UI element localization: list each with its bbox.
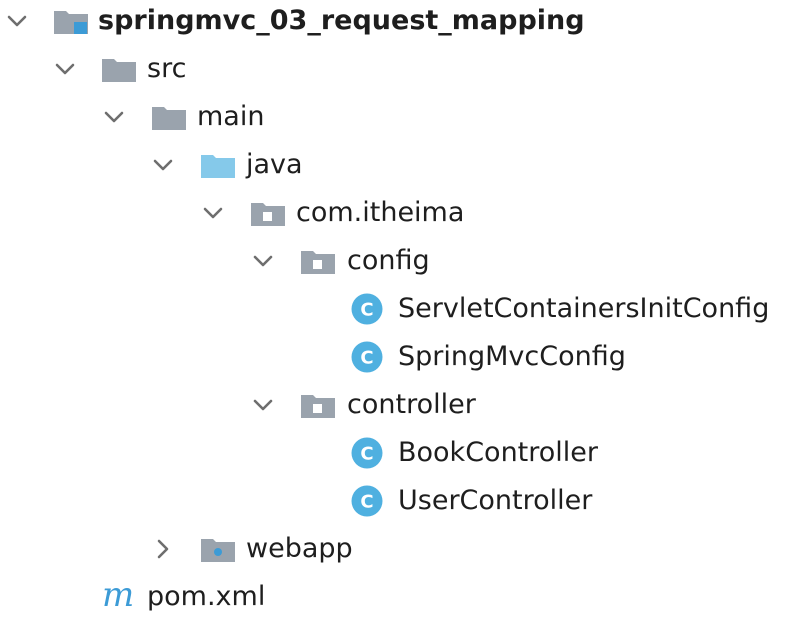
tree-item-label: main — [197, 101, 265, 132]
chevron-down-icon[interactable] — [52, 56, 78, 82]
tree-item-label: UserController — [398, 485, 593, 516]
class-icon: C — [351, 293, 383, 325]
chevron-right-icon[interactable] — [150, 536, 176, 562]
web-folder-icon — [201, 539, 235, 562]
svg-text:C: C — [360, 300, 373, 321]
tree-item-class[interactable]: C ServletContainersInitConfig — [0, 288, 800, 332]
svg-text:C: C — [360, 348, 373, 369]
tree-item-controller[interactable]: controller — [0, 384, 800, 428]
tree-item-label: java — [246, 149, 303, 180]
tree-item-label: src — [147, 53, 187, 84]
tree-item-class[interactable]: C UserController — [0, 480, 800, 524]
chevron-down-icon[interactable] — [101, 104, 127, 130]
tree-item-class[interactable]: C SpringMvcConfig — [0, 336, 800, 380]
tree-item-label: pom.xml — [147, 581, 266, 612]
tree-item-label: com.itheima — [296, 197, 465, 228]
tree-item-label: ServletContainersInitConfig — [398, 293, 770, 324]
chevron-down-icon[interactable] — [250, 392, 276, 418]
module-folder-icon — [54, 11, 88, 34]
tree-item-webapp[interactable]: webapp — [0, 528, 800, 572]
tree-item-com-itheima[interactable]: com.itheima — [0, 192, 800, 236]
class-icon: C — [351, 485, 383, 517]
source-root-folder-icon — [201, 155, 235, 178]
tree-item-label: controller — [347, 389, 476, 420]
tree-item-root-module[interactable]: springmvc_03_request_mapping — [0, 0, 800, 44]
folder-icon — [152, 107, 186, 130]
package-icon — [251, 203, 285, 226]
package-icon — [301, 251, 335, 274]
class-icon: C — [351, 341, 383, 373]
maven-icon: m — [102, 575, 135, 615]
chevron-down-icon[interactable] — [150, 152, 176, 178]
tree-item-label: springmvc_03_request_mapping — [98, 5, 585, 36]
chevron-down-icon[interactable] — [4, 8, 30, 34]
tree-item-label: webapp — [246, 533, 353, 564]
chevron-down-icon[interactable] — [250, 248, 276, 274]
svg-text:C: C — [360, 492, 373, 513]
package-icon — [301, 395, 335, 418]
tree-item-label: config — [347, 245, 430, 276]
tree-item-src[interactable]: src — [0, 48, 800, 92]
tree-item-class[interactable]: C BookController — [0, 432, 800, 476]
folder-icon — [102, 59, 136, 82]
chevron-down-icon[interactable] — [200, 200, 226, 226]
tree-item-pom[interactable]: m pom.xml — [0, 576, 800, 620]
tree-item-java[interactable]: java — [0, 144, 800, 188]
svg-text:C: C — [360, 444, 373, 465]
project-tree: springmvc_03_request_mapping src main ja… — [0, 0, 800, 622]
tree-item-label: SpringMvcConfig — [398, 341, 626, 372]
tree-item-label: BookController — [398, 437, 599, 468]
tree-item-config[interactable]: config — [0, 240, 800, 284]
tree-item-main[interactable]: main — [0, 96, 800, 140]
class-icon: C — [351, 437, 383, 469]
